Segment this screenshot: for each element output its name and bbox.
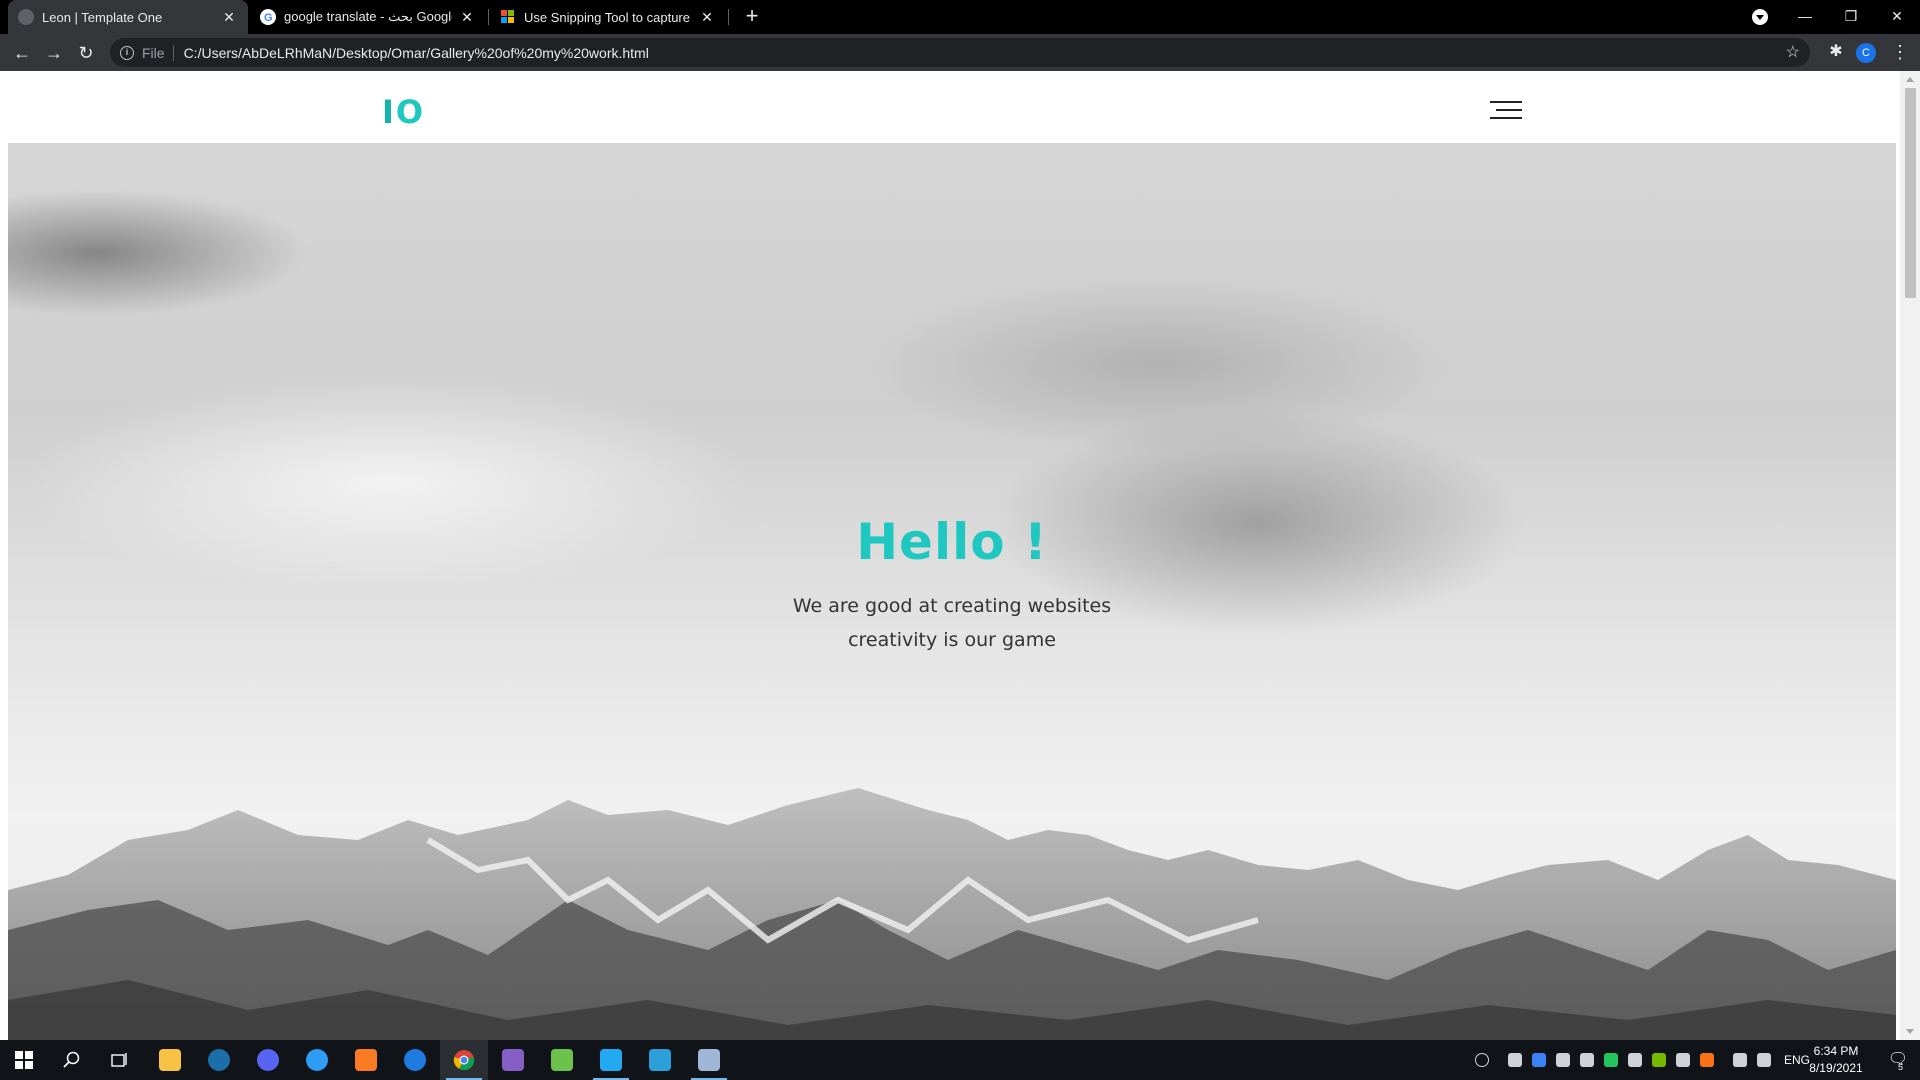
hero-title: Hello ! <box>856 513 1048 571</box>
visual-studio-button[interactable] <box>489 1040 537 1080</box>
browser-menu-icon[interactable]: ⋮ <box>1890 40 1910 64</box>
search-icon <box>63 1051 80 1068</box>
logo-letter-2: O <box>395 93 426 131</box>
site-logo[interactable]: IO <box>382 93 425 131</box>
hamburger-menu-icon[interactable] <box>1490 98 1522 122</box>
security-icon[interactable] <box>1604 1053 1618 1067</box>
close-tab-icon[interactable]: ✕ <box>698 9 716 26</box>
people-icon[interactable] <box>1475 1053 1489 1067</box>
scroll-down-arrow-icon[interactable] <box>1906 1029 1914 1034</box>
tab-separator <box>488 9 489 25</box>
clock[interactable]: 6:34 PM 8/19/2021 <box>1800 1043 1872 1077</box>
notification-count: 5 <box>1898 1062 1904 1072</box>
folder-icon <box>159 1049 181 1071</box>
scroll-up-arrow-icon[interactable] <box>1906 77 1914 82</box>
svg-text:G: G <box>264 12 273 23</box>
chrome-icon <box>453 1050 475 1071</box>
edge-button[interactable] <box>391 1040 439 1080</box>
wifi-icon[interactable] <box>1733 1053 1747 1067</box>
browser-toolbar: ← → ↻ i File C:/Users/AbDeLRhMaN/Desktop… <box>0 34 1920 71</box>
tab-separator <box>728 9 729 25</box>
close-tab-icon[interactable]: ✕ <box>220 9 238 26</box>
mountains-image <box>8 788 1896 1040</box>
discord-tray-icon[interactable] <box>1556 1053 1570 1067</box>
windows-logo-icon <box>15 1051 33 1069</box>
chrome-button[interactable] <box>440 1040 488 1080</box>
hero-subtitle-line-2: creativity is our game <box>848 629 1056 651</box>
url-scheme: File <box>142 44 165 61</box>
app-button[interactable] <box>636 1040 684 1080</box>
app-icon <box>649 1049 671 1071</box>
hero-section: Hello ! We are good at creating websites… <box>8 143 1896 1040</box>
media-control-icon[interactable] <box>1752 9 1768 25</box>
globe-icon <box>18 9 34 25</box>
tab-strip: Leon | Template One ✕ G google translate… <box>0 0 1920 34</box>
xampp-icon <box>355 1049 377 1071</box>
messenger-icon <box>306 1049 328 1071</box>
task-view-icon <box>111 1053 127 1067</box>
notepad-button[interactable] <box>538 1040 586 1080</box>
new-tab-button[interactable]: + <box>738 2 766 30</box>
forward-button[interactable]: → <box>40 39 68 67</box>
tab-title: Use Snipping Tool to capture scr <box>524 9 692 25</box>
messenger-button[interactable] <box>293 1040 341 1080</box>
scroll-thumb[interactable] <box>1905 88 1916 298</box>
remote-desktop-button[interactable] <box>685 1040 733 1080</box>
close-tab-icon[interactable]: ✕ <box>458 9 476 26</box>
tab-leon-template[interactable]: Leon | Template One ✕ <box>8 0 248 34</box>
vscode-icon <box>600 1049 622 1071</box>
tab-google-translate[interactable]: G google translate - بحث Google ✕ <box>250 0 486 34</box>
clock-time: 6:34 PM <box>1813 1044 1859 1058</box>
page-viewport: IO Hello ! We are good at creating websi… <box>0 71 1920 1040</box>
task-view-button[interactable] <box>96 1040 144 1080</box>
system-tray: ENG <box>1470 1040 1810 1080</box>
clock-date: 8/19/2021 <box>1809 1061 1863 1075</box>
nvidia-icon[interactable] <box>1652 1053 1666 1067</box>
tab-snipping-tool[interactable]: Use Snipping Tool to capture scr ✕ <box>490 0 726 34</box>
url-text[interactable]: C:/Users/AbDeLRhMaN/Desktop/Omar/Gallery… <box>184 45 649 61</box>
steam-icon <box>208 1049 230 1071</box>
phone-icon[interactable] <box>1628 1053 1642 1067</box>
usb-icon[interactable] <box>1580 1053 1594 1067</box>
microsoft-icon <box>500 9 516 25</box>
xampp-button[interactable] <box>342 1040 390 1080</box>
discord-button[interactable] <box>244 1040 292 1080</box>
tab-title: google translate - بحث Google <box>284 9 452 24</box>
app-tray-icon[interactable] <box>1532 1053 1546 1067</box>
reload-button[interactable]: ↻ <box>72 39 100 67</box>
google-icon: G <box>260 9 276 25</box>
vscode-button[interactable] <box>587 1040 635 1080</box>
extensions-icon[interactable]: ✱ <box>1824 40 1848 64</box>
bookmark-star-icon[interactable]: ☆ <box>1786 42 1800 62</box>
search-button[interactable] <box>48 1040 96 1080</box>
start-button[interactable] <box>0 1040 48 1080</box>
address-bar[interactable]: i File C:/Users/AbDeLRhMaN/Desktop/Omar/… <box>110 38 1810 67</box>
restore-button[interactable]: ❐ <box>1828 0 1874 34</box>
visual-studio-icon <box>502 1049 524 1071</box>
windows-taskbar: ENG 6:34 PM 8/19/2021 🗨 5 <box>0 1040 1920 1080</box>
edge-icon <box>404 1049 426 1071</box>
close-window-button[interactable]: ✕ <box>1874 0 1920 34</box>
site-header: IO <box>0 71 1900 143</box>
discord-icon <box>257 1049 279 1071</box>
hero-text: Hello ! We are good at creating websites… <box>8 513 1896 657</box>
remote-desktop-icon <box>698 1049 720 1071</box>
hero-subtitle-line-1: We are good at creating websites <box>792 595 1112 617</box>
antivirus-icon[interactable] <box>1700 1053 1714 1067</box>
logo-letter-1: I <box>382 93 396 131</box>
volume-icon[interactable] <box>1757 1053 1771 1067</box>
address-separator <box>172 44 174 61</box>
profile-avatar[interactable]: C <box>1856 43 1876 63</box>
action-center-button[interactable]: 🗨 5 <box>1876 1040 1920 1080</box>
chat-icon[interactable] <box>1508 1053 1522 1067</box>
back-button[interactable]: ← <box>8 39 36 67</box>
steam-button[interactable] <box>195 1040 243 1080</box>
notepad-icon <box>551 1049 573 1071</box>
cloud-icon[interactable] <box>1676 1053 1690 1067</box>
info-icon[interactable]: i <box>120 45 134 60</box>
tab-title: Leon | Template One <box>42 9 163 25</box>
vertical-scrollbar[interactable] <box>1900 71 1920 1040</box>
file-explorer-button[interactable] <box>146 1040 194 1080</box>
minimize-button[interactable]: — <box>1782 0 1828 34</box>
